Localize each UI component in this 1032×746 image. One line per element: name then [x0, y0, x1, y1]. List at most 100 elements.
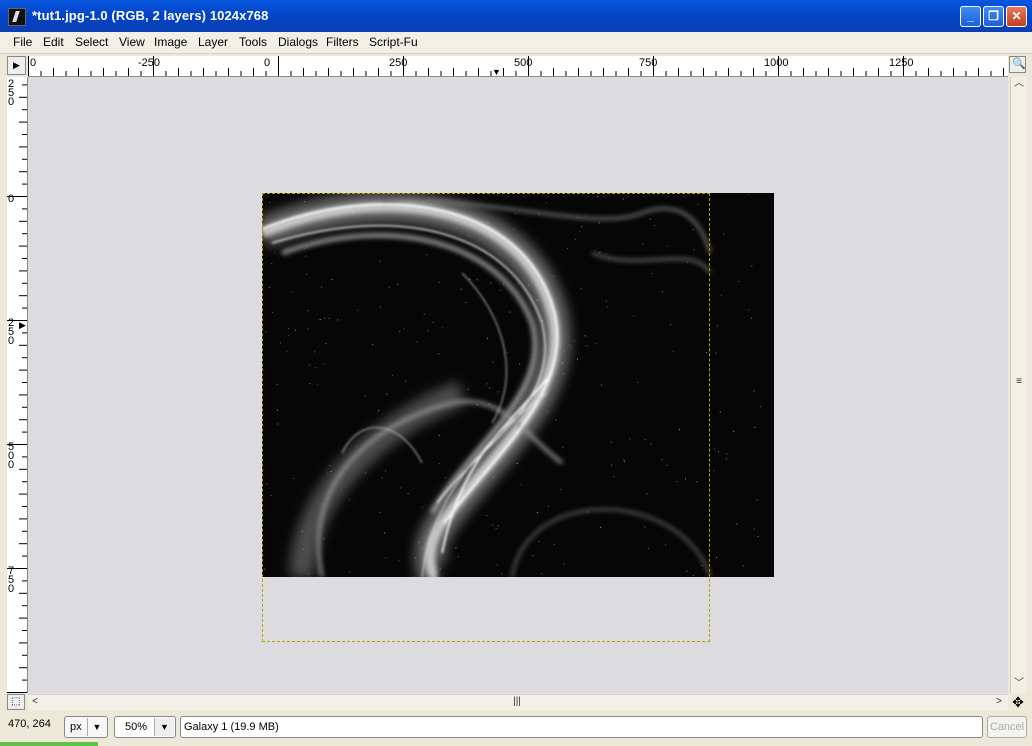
- star-speck: [642, 243, 644, 245]
- star-speck: [384, 532, 386, 534]
- star-speck: [679, 428, 680, 430]
- scroll-up-icon[interactable]: ︿: [1012, 77, 1026, 91]
- star-speck: [692, 229, 694, 231]
- star-speck: [513, 228, 515, 230]
- star-speck: [714, 448, 716, 450]
- star-speck: [574, 238, 576, 240]
- star-speck: [438, 435, 440, 437]
- hruler-label: -250: [138, 57, 161, 69]
- star-speck: [696, 481, 698, 483]
- unit-value: px: [70, 721, 82, 733]
- star-speck: [432, 321, 434, 323]
- star-speck: [654, 225, 656, 227]
- menu-image[interactable]: Image: [154, 35, 187, 49]
- star-speck: [268, 287, 270, 289]
- menu-view[interactable]: View: [119, 35, 145, 49]
- vruler-label: 250: [8, 317, 15, 347]
- star-speck: [751, 317, 753, 319]
- zoom-select[interactable]: 50% ▼: [114, 716, 176, 738]
- star-speck: [391, 375, 393, 377]
- star-speck: [325, 342, 327, 344]
- scroll-right-icon[interactable]: >: [992, 695, 1006, 709]
- star-speck: [378, 410, 380, 412]
- menu-layer[interactable]: Layer: [198, 35, 228, 49]
- zoom-toggle-button[interactable]: 🔍: [1009, 56, 1026, 73]
- close-icon: ✕: [1011, 9, 1022, 23]
- menu-dialogs[interactable]: Dialogs: [278, 35, 318, 49]
- star-speck: [486, 515, 488, 516]
- layer-info-text: Galaxy 1 (19.9 MB): [184, 721, 279, 733]
- star-speck: [381, 477, 383, 479]
- vruler-label: 0: [8, 193, 15, 205]
- image-menu-button[interactable]: ▶: [7, 56, 26, 75]
- star-speck: [651, 273, 653, 275]
- star-speck: [349, 571, 351, 573]
- star-speck: [686, 571, 688, 572]
- star-speck: [538, 540, 540, 542]
- vertical-ruler[interactable]: 250 0 250 500 750 ▶: [7, 77, 28, 693]
- quick-mask-toggle[interactable]: ⬚: [7, 694, 25, 710]
- star-speck: [308, 364, 310, 366]
- star-speck: [400, 487, 402, 489]
- star-speck: [438, 463, 440, 465]
- star-speck: [379, 511, 381, 513]
- star-speck: [266, 483, 268, 485]
- star-speck: [532, 555, 534, 557]
- scroll-down-icon[interactable]: ﹀: [1012, 677, 1026, 691]
- star-speck: [467, 388, 469, 390]
- navigate-move-icon[interactable]: ✥: [1010, 694, 1026, 710]
- star-speck: [328, 317, 330, 319]
- gimp-app-icon[interactable]: [8, 8, 26, 26]
- vertical-scrollbar[interactable]: ︿ ≡ ﹀: [1010, 77, 1027, 693]
- menu-file[interactable]: File: [13, 35, 32, 49]
- star-speck: [306, 273, 308, 275]
- star-speck: [748, 309, 749, 311]
- star-speck: [291, 291, 293, 293]
- star-speck: [666, 464, 668, 466]
- horizontal-ruler[interactable]: 0 -250 0 250 500 750 1000 1250 ▼: [28, 56, 1008, 77]
- star-speck: [271, 312, 273, 313]
- scroll-left-icon[interactable]: <: [28, 695, 42, 709]
- scroll-thumb-grip-icon[interactable]: |||: [510, 695, 524, 709]
- unit-select[interactable]: px ▼: [64, 716, 108, 738]
- menu-filters[interactable]: Filters: [326, 35, 359, 49]
- star-speck: [719, 411, 721, 413]
- title-bar: *tut1.jpg-1.0 (RGB, 2 layers) 1024x768 _…: [0, 0, 1032, 32]
- star-speck: [579, 231, 581, 233]
- hruler-label: 0: [30, 57, 37, 69]
- minimize-button[interactable]: _: [960, 6, 981, 27]
- star-speck: [725, 458, 727, 460]
- menu-script-fu[interactable]: Script-Fu: [369, 35, 418, 49]
- star-speck: [514, 213, 516, 214]
- cancel-button[interactable]: Cancel: [987, 716, 1027, 738]
- star-speck: [692, 575, 694, 576]
- vruler-label: 250: [8, 78, 15, 108]
- hruler-label: 500: [514, 57, 533, 69]
- star-speck: [286, 351, 288, 353]
- maximize-button[interactable]: ❐: [983, 6, 1004, 27]
- star-speck: [760, 406, 761, 408]
- star-speck: [520, 484, 522, 486]
- image-canvas[interactable]: [28, 77, 1008, 693]
- star-speck: [490, 282, 492, 284]
- star-speck: [716, 557, 718, 558]
- horizontal-scrollbar[interactable]: < ||| >: [28, 694, 1008, 711]
- star-speck: [597, 196, 599, 197]
- star-speck: [738, 280, 740, 282]
- menu-select[interactable]: Select: [75, 35, 108, 49]
- close-button[interactable]: ✕: [1006, 6, 1027, 27]
- star-speck: [560, 489, 562, 491]
- chevron-down-icon: ▼: [154, 718, 174, 736]
- star-speck: [748, 193, 750, 195]
- star-speck: [457, 556, 459, 558]
- star-speck: [465, 302, 467, 303]
- scroll-thumb-grip-icon[interactable]: ≡: [1012, 375, 1026, 389]
- star-speck: [445, 477, 446, 479]
- menu-edit[interactable]: Edit: [43, 35, 64, 49]
- chevron-down-icon: ▼: [87, 718, 106, 736]
- star-speck: [439, 568, 441, 570]
- star-speck: [438, 353, 440, 355]
- menu-tools[interactable]: Tools: [239, 35, 267, 49]
- star-speck: [495, 528, 497, 529]
- star-speck: [438, 282, 440, 283]
